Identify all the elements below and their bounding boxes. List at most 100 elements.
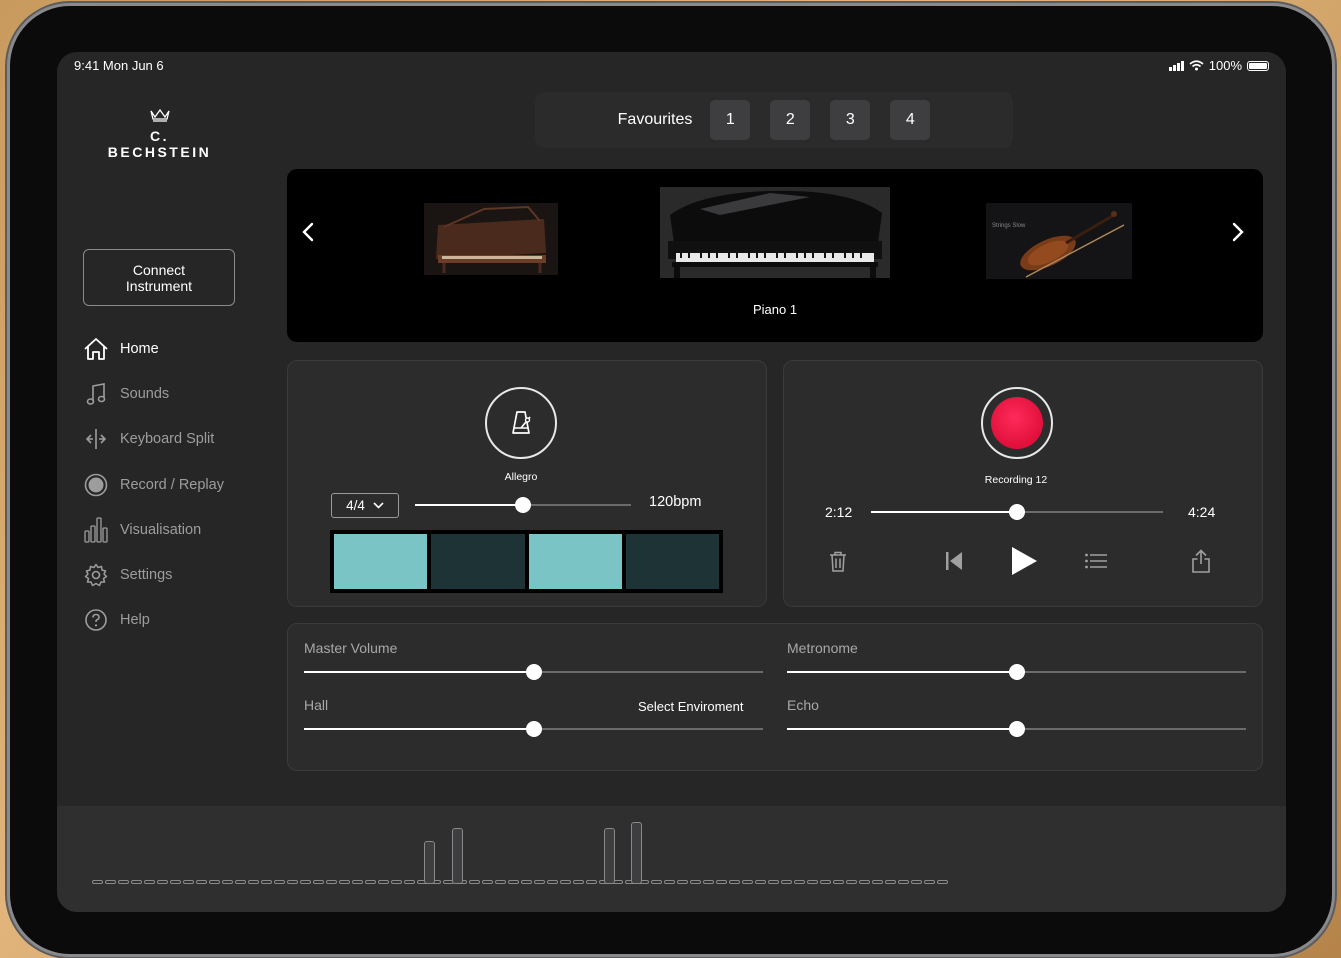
tempo-name: Allegro (504, 471, 538, 483)
key-marker (183, 880, 194, 884)
record-button[interactable] (981, 387, 1053, 459)
time-signature-select[interactable]: 4/4 (331, 493, 399, 518)
select-environment-button[interactable]: Select Enviroment (638, 699, 744, 714)
key-marker (105, 880, 116, 884)
key-marker (482, 880, 493, 884)
instrument-carousel: Strings Slow Piano 1 (287, 169, 1263, 342)
key-marker (859, 880, 870, 884)
key-marker (651, 880, 662, 884)
sidebar-item-visualisation[interactable]: Visualisation (83, 507, 283, 552)
playback-slider-fill (871, 511, 1017, 513)
beat-cell[interactable] (625, 534, 719, 589)
key-marker (196, 880, 207, 884)
chevron-left-icon[interactable] (301, 219, 321, 245)
note-level-bar (451, 828, 463, 884)
hall-label: Hall (304, 697, 329, 713)
key-marker (118, 880, 129, 884)
tempo-slider[interactable] (415, 497, 631, 513)
key-marker (677, 880, 688, 884)
hall-thumb[interactable] (525, 721, 542, 737)
key-marker (664, 880, 675, 884)
metronome-volume-label: Metronome (787, 640, 858, 656)
sidebar-item-record-replay[interactable]: Record / Replay (83, 462, 283, 507)
key-marker (794, 880, 805, 884)
key-marker (404, 880, 415, 884)
recording-list-button[interactable] (1083, 549, 1109, 573)
keyboard-visualisation (57, 806, 1286, 912)
favourite-slot-2[interactable]: 2 (770, 100, 811, 140)
app-screen: 9:41 Mon Jun 6 100% C. BECHSTEIN Connect… (57, 52, 1286, 912)
key-marker (807, 880, 818, 884)
key-marker (300, 880, 311, 884)
key-marker (846, 880, 857, 884)
play-button[interactable] (1008, 545, 1040, 577)
key-marker (911, 880, 922, 884)
key-marker (469, 880, 480, 884)
violin-thumbnail[interactable]: Strings Slow (986, 203, 1132, 279)
key-marker (339, 880, 350, 884)
key-marker (768, 880, 779, 884)
sidebar-item-help[interactable]: Help (83, 598, 283, 643)
bechstein-logo: C. BECHSTEIN (97, 108, 222, 160)
key-marker (235, 880, 246, 884)
beat-cell[interactable] (334, 534, 428, 589)
metronome-icon (512, 411, 531, 434)
mixer-panel: Master Volume Metronome Hall Select Envi… (287, 623, 1263, 771)
key-marker (248, 880, 259, 884)
sidebar-item-keyboard-split[interactable]: Keyboard Split (83, 417, 283, 462)
key-marker (729, 880, 740, 884)
chevron-down-icon (373, 502, 384, 509)
metronome-volume-thumb[interactable] (1008, 664, 1025, 680)
metronome-toggle-button[interactable] (485, 387, 557, 459)
key-marker (924, 880, 935, 884)
signal-icon (1168, 60, 1184, 71)
sidebar-item-label: Help (120, 612, 150, 629)
playback-slider[interactable] (871, 504, 1163, 520)
beat-cell[interactable] (528, 534, 622, 589)
time-signature-value: 4/4 (346, 498, 365, 513)
recording-name: Recording 12 (984, 474, 1048, 486)
recorder-panel: Recording 12 2:12 4:24 (783, 360, 1263, 607)
sidebar-item-home[interactable]: Home (83, 326, 283, 371)
key-marker (755, 880, 766, 884)
crown-icon (97, 108, 222, 126)
key-marker (703, 880, 714, 884)
note-level-bar (603, 828, 615, 884)
key-marker (170, 880, 181, 884)
sidebar-item-label: Settings (120, 567, 173, 584)
harpsichord-thumbnail[interactable] (424, 203, 558, 275)
connect-instrument-button[interactable]: Connect Instrument (83, 249, 235, 306)
status-time: 9:41 Mon Jun 6 (74, 58, 164, 73)
key-marker (391, 880, 402, 884)
key-marker (534, 880, 545, 884)
list-icon (1085, 553, 1107, 569)
echo-thumb[interactable] (1008, 721, 1025, 737)
master-volume-slider[interactable] (304, 664, 763, 680)
key-marker (872, 880, 883, 884)
sidebar-item-label: Keyboard Split (120, 431, 215, 448)
delete-recording-button[interactable] (826, 549, 850, 573)
echo-slider[interactable] (787, 721, 1246, 737)
skip-back-button[interactable] (942, 549, 966, 573)
sidebar-item-settings[interactable]: Settings (83, 552, 283, 597)
key-marker (352, 880, 363, 884)
instrument-name: Piano 1 (752, 302, 798, 317)
favourite-slot-4[interactable]: 4 (890, 100, 931, 140)
key-marker (690, 880, 701, 884)
key-marker (261, 880, 272, 884)
favourite-slot-1[interactable]: 1 (710, 100, 751, 140)
sidebar-item-sounds[interactable]: Sounds (83, 371, 283, 416)
hall-slider[interactable] (304, 721, 763, 737)
tempo-slider-thumb[interactable] (515, 497, 531, 513)
favourite-slot-3[interactable]: 3 (830, 100, 871, 140)
metronome-volume-slider[interactable] (787, 664, 1246, 680)
grand-piano-thumbnail[interactable] (660, 187, 890, 278)
playback-slider-thumb[interactable] (1009, 504, 1025, 520)
chevron-right-icon[interactable] (1231, 219, 1251, 245)
share-button[interactable] (1189, 548, 1213, 574)
key-marker (222, 880, 233, 884)
key-marker (92, 880, 103, 884)
beat-cell[interactable] (431, 534, 525, 589)
master-volume-thumb[interactable] (525, 664, 542, 680)
note-level-bar (424, 841, 436, 884)
